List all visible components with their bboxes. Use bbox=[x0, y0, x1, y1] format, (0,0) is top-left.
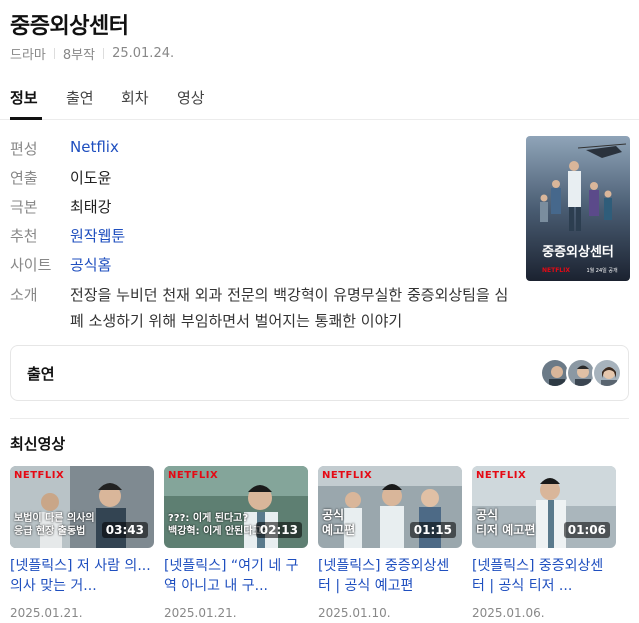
meta-line: 드라마 8부작 25.01.24. bbox=[10, 44, 174, 63]
video-thumbnail[interactable]: NETFLIX 공식 티저 예고편 01:06 bbox=[472, 466, 616, 548]
section-divider bbox=[10, 418, 629, 419]
video-thumbnail[interactable]: NETFLIX 공식 예고편 01:15 bbox=[318, 466, 462, 548]
video-title-link[interactable]: [넷플릭스] 중증외상센터 | 공식 예고편 bbox=[318, 556, 462, 596]
thumbnail-caption: ???: 이게 된다고? 백강혁: 이게 안된다고? bbox=[168, 513, 268, 537]
video-duration: 01:06 bbox=[563, 522, 610, 538]
tab-videos[interactable]: 영상 bbox=[177, 87, 205, 108]
info-row-recommend: 추천 원작웹툰 bbox=[10, 225, 125, 246]
video-date: 2025.01.10. bbox=[318, 606, 391, 620]
info-row-site: 사이트 공식홈 bbox=[10, 254, 111, 275]
video-thumbnail[interactable]: NETFLIX 보법이 다른 의사의 응급 현장 출동법 03:43 bbox=[10, 466, 154, 548]
poster-art: 중증외상센터 NETFLIX 1월 24일 공개 bbox=[526, 136, 630, 281]
avatar bbox=[592, 358, 622, 388]
info-row-writer: 극본 최태강 bbox=[10, 196, 111, 217]
director-value: 이도윤 bbox=[70, 169, 112, 187]
video-card[interactable]: NETFLIX 공식 티저 예고편 01:06 [넷플릭스] 중증외상센터 | … bbox=[472, 466, 616, 620]
video-duration: 03:43 bbox=[101, 522, 148, 538]
info-label: 추천 bbox=[10, 227, 38, 245]
divider bbox=[53, 48, 55, 59]
thumbnail-caption: 공식 티저 예고편 bbox=[476, 508, 536, 537]
official-site-link[interactable]: 공식홈 bbox=[70, 254, 111, 275]
original-webtoon-link[interactable]: 원작웹툰 bbox=[70, 225, 125, 246]
netflix-logo: NETFLIX bbox=[322, 470, 373, 481]
episodes-text: 8부작 bbox=[62, 48, 96, 63]
video-date: 2025.01.21. bbox=[164, 606, 237, 620]
poster-date: 1월 24일 공개 bbox=[586, 267, 618, 274]
thumbnail-caption: 공식 예고편 bbox=[322, 508, 356, 537]
video-date: 2025.01.21. bbox=[10, 606, 83, 620]
info-row-director: 연출 이도윤 bbox=[10, 167, 111, 188]
latest-videos-title: 최신영상 bbox=[10, 435, 66, 453]
video-card[interactable]: NETFLIX 공식 예고편 01:15 [넷플릭스] 중증외상센터 | 공식 … bbox=[318, 466, 462, 620]
tab-info[interactable]: 정보 bbox=[10, 87, 38, 108]
page-title: 중증외상센터 bbox=[10, 14, 129, 39]
thumbnail-caption: 보법이 다른 의사의 응급 현장 출동법 bbox=[14, 513, 95, 537]
poster-title: 중증외상센터 bbox=[542, 244, 614, 260]
video-card[interactable]: NETFLIX ???: 이게 된다고? 백강혁: 이게 안된다고? 02:13… bbox=[164, 466, 308, 620]
tab-cast[interactable]: 출연 bbox=[66, 87, 94, 108]
tab-episodes[interactable]: 회차 bbox=[121, 87, 149, 108]
poster-brand: NETFLIX bbox=[542, 267, 570, 274]
info-row-broadcaster: 편성 Netflix bbox=[10, 138, 119, 159]
video-date: 2025.01.06. bbox=[472, 606, 545, 620]
video-title-link[interactable]: [넷플릭스] “여기 네 구역 아니고 내 구... bbox=[164, 556, 308, 596]
divider bbox=[103, 48, 105, 59]
video-title-link[interactable]: [넷플릭스] 중증외상센터 | 공식 티저 ... bbox=[472, 556, 616, 596]
cast-avatars bbox=[540, 358, 622, 388]
netflix-logo: NETFLIX bbox=[14, 470, 65, 481]
video-duration: 02:13 bbox=[255, 522, 302, 538]
info-label: 편성 bbox=[10, 140, 38, 158]
info-label: 극본 bbox=[10, 198, 38, 216]
info-label: 사이트 bbox=[10, 256, 52, 274]
netflix-logo: NETFLIX bbox=[168, 470, 219, 481]
info-label: 연출 bbox=[10, 169, 38, 187]
video-title-link[interactable]: [넷플릭스] 저 사람 의...의사 맞는 거... bbox=[10, 556, 154, 596]
broadcaster-link[interactable]: Netflix bbox=[70, 138, 119, 159]
poster-image[interactable]: 중증외상센터 NETFLIX 1월 24일 공개 bbox=[526, 136, 630, 281]
video-thumbnail[interactable]: NETFLIX ???: 이게 된다고? 백강혁: 이게 안된다고? 02:13 bbox=[164, 466, 308, 548]
cast-title: 출연 bbox=[27, 365, 55, 383]
release-date: 25.01.24. bbox=[112, 46, 175, 61]
synopsis-label: 소개 bbox=[10, 286, 38, 304]
writer-value: 최태강 bbox=[70, 198, 112, 216]
video-card[interactable]: NETFLIX 보법이 다른 의사의 응급 현장 출동법 03:43 [넷플릭스… bbox=[10, 466, 154, 620]
cast-card[interactable]: 출연 bbox=[10, 345, 629, 401]
tab-bar: 정보 출연 회차 영상 bbox=[0, 78, 639, 120]
synopsis-text: 전장을 누비던 천재 외과 전문의 백강혁이 유명무실한 중증외상팀을 심폐 소… bbox=[70, 286, 509, 330]
genre-text: 드라마 bbox=[10, 48, 46, 63]
netflix-logo: NETFLIX bbox=[476, 470, 527, 481]
active-tab-indicator bbox=[10, 117, 42, 120]
video-duration: 01:15 bbox=[409, 522, 456, 538]
